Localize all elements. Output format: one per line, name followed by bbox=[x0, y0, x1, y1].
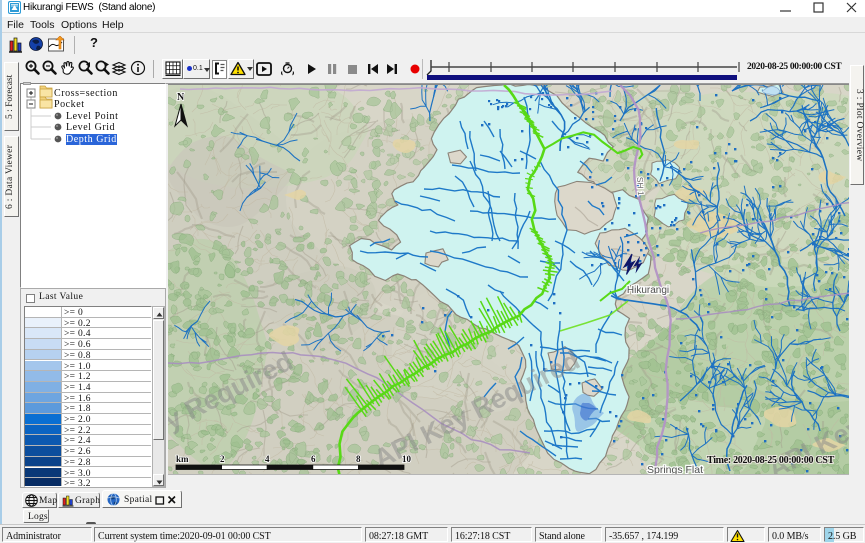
svg-text:SH 1: SH 1 bbox=[635, 177, 646, 197]
svg-text:Hikurangi: Hikurangi bbox=[627, 285, 669, 296]
svg-text:8: 8 bbox=[356, 454, 361, 464]
svg-text:km: km bbox=[176, 454, 189, 464]
svg-text:2: 2 bbox=[220, 454, 225, 464]
svg-text:6: 6 bbox=[311, 454, 316, 464]
svg-text:N: N bbox=[177, 92, 185, 103]
svg-text:Springs Flat: Springs Flat bbox=[647, 464, 703, 474]
svg-text:10: 10 bbox=[402, 454, 412, 464]
svg-text:4: 4 bbox=[265, 454, 270, 464]
svg-text:Time: 2020-08-25 00:00:00 CST: Time: 2020-08-25 00:00:00 CST bbox=[707, 455, 835, 466]
